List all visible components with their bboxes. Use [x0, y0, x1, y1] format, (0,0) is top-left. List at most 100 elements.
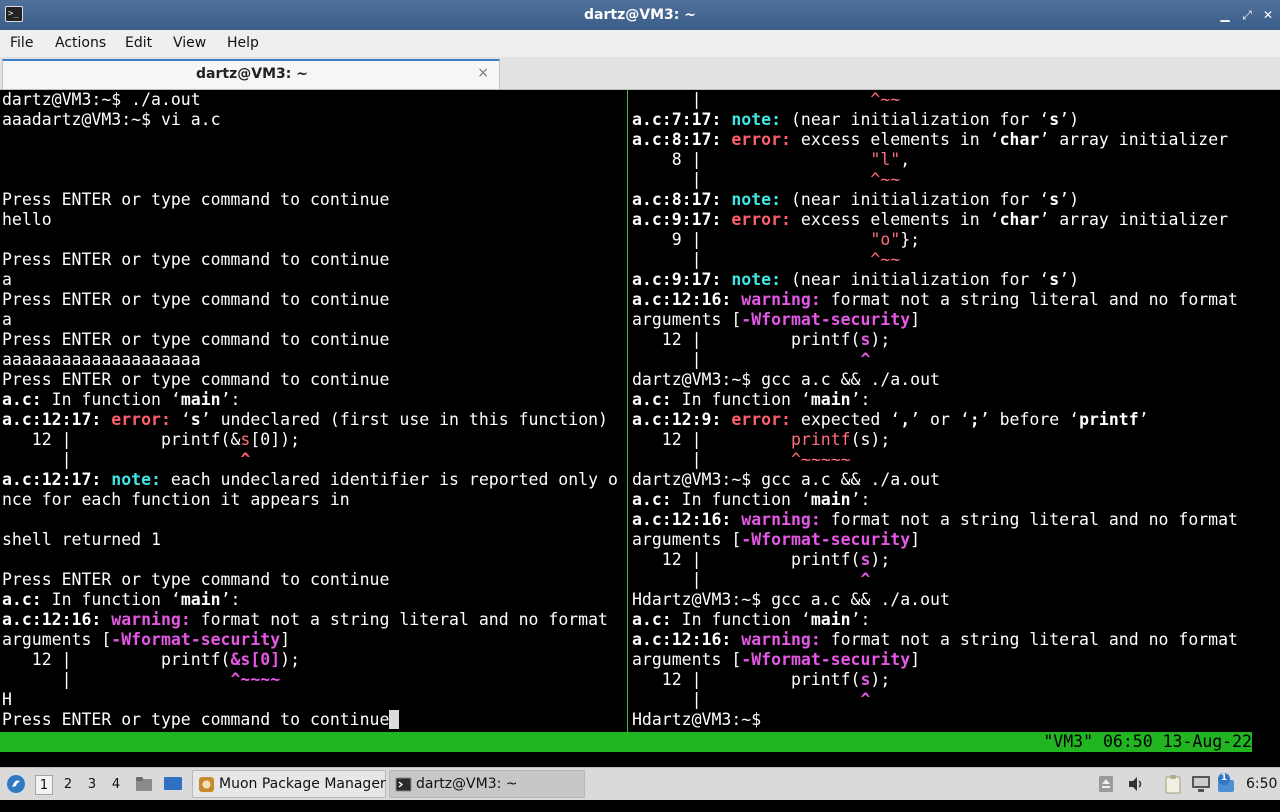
maximize-icon[interactable]: ⤢ — [1238, 6, 1256, 24]
network-icon[interactable] — [1191, 775, 1211, 793]
clipboard-icon[interactable] — [1164, 774, 1182, 794]
terminal-text: Press ENTER or type command to continue — [2, 190, 390, 209]
terminal-line: | ^~~~~~ — [632, 450, 1278, 470]
terminal-text: In function ‘ — [671, 610, 811, 629]
workspace-4[interactable]: 4 — [107, 775, 125, 795]
terminal-text: dartz@VM3:~$ gcc a.c && ./a.out — [632, 370, 940, 389]
terminal-text: ] — [910, 650, 921, 669]
terminal-text: warning: — [741, 630, 821, 649]
terminal-text: hello — [2, 210, 52, 229]
terminal-area[interactable]: dartz@VM3:~$ ./a.out aaadartz@VM3:~$ vi a… — [0, 90, 1280, 771]
window-titlebar[interactable]: >_ dartz@VM3: ~ ▁ ⤢ ✕ — [0, 0, 1280, 30]
terminal-line: a.c:7:17: note: (near initialization for… — [632, 110, 1278, 130]
terminal-cursor — [389, 710, 400, 729]
terminal-line: Press ENTER or type command to continue — [2, 290, 626, 310]
terminal-text: ] — [910, 530, 921, 549]
terminal-line: arguments [-Wformat-security] — [632, 530, 1278, 550]
terminal-text: error: — [731, 410, 791, 429]
terminal-text: | — [632, 90, 871, 109]
terminal-text: nce for each function it appears in — [2, 490, 350, 509]
terminal-text: shell returned 1 — [2, 530, 161, 549]
terminal-text: ‘ — [170, 410, 191, 429]
terminal-line: a.c:12:17: note: each undeclared identif… — [2, 470, 626, 490]
terminal-line: arguments [-Wformat-security] — [632, 310, 1278, 330]
terminal-line: 12 | printf(&s[0]); — [2, 650, 626, 670]
terminal-text: ); — [870, 330, 891, 349]
terminal-text: a.c:8:17: — [632, 130, 732, 149]
terminal-text: ’) — [1059, 110, 1080, 129]
terminal-line: a.c:12:16: warning: format not a string … — [2, 610, 626, 630]
tmux-pane-left[interactable]: dartz@VM3:~$ ./a.out aaadartz@VM3:~$ vi a… — [2, 90, 626, 732]
terminal-text: arguments [ — [632, 530, 742, 549]
terminal-text: ’) — [1059, 270, 1080, 289]
terminal-line: a.c:12:9: error: expected ‘,’ or ‘;’ bef… — [632, 410, 1278, 430]
workspace-2[interactable]: 2 — [59, 775, 77, 795]
menu-file[interactable]: File — [10, 30, 33, 56]
removable-drive-icon[interactable] — [1098, 775, 1114, 793]
tmux-status-bar: [0] 0:vi* "VM3" 06:50 13-Aug-22 — [0, 732, 1252, 771]
terminal-line: 12 | printf(s); — [632, 670, 1278, 690]
terminal-text: | — [632, 570, 861, 589]
task-label: Muon Package Manager — [219, 776, 386, 792]
menu-help[interactable]: Help — [227, 30, 259, 56]
terminal-line: nce for each function it appears in — [2, 490, 626, 510]
menu-actions[interactable]: Actions — [55, 30, 106, 56]
terminal-line: a.c:9:17: note: (near initialization for… — [632, 270, 1278, 290]
tab-close-icon[interactable]: × — [477, 65, 489, 81]
tab-label: dartz@VM3: ~ — [196, 66, 308, 82]
terminal-text: ^~~ — [870, 250, 901, 269]
terminal-text: ’ or ‘ — [910, 410, 970, 429]
terminal-text: ^~~~~~ — [790, 450, 851, 469]
terminal-text: a.c:12:16: — [2, 610, 112, 629]
terminal-text: , — [900, 150, 911, 169]
file-manager-icon[interactable] — [135, 775, 153, 793]
terminal-text: ’ array initializer — [1039, 130, 1229, 149]
task-muon-package-manager[interactable]: Muon Package Manager — [192, 770, 386, 798]
show-desktop-icon[interactable] — [163, 775, 183, 793]
terminal-text: ] — [280, 630, 291, 649]
terminal-text: note: — [111, 470, 161, 489]
terminal-text: main — [180, 590, 221, 609]
terminal-text: a.c: — [632, 490, 672, 509]
terminal-text: Press ENTER or type command to continue — [2, 370, 390, 389]
terminal-text: ^ — [860, 690, 871, 709]
minimize-icon[interactable]: ▁ — [1216, 6, 1234, 24]
workspace-1[interactable]: 1 — [35, 775, 53, 795]
start-menu-icon[interactable] — [6, 774, 26, 794]
menu-edit[interactable]: Edit — [125, 30, 152, 56]
terminal-line: a.c:8:17: error: excess elements in ‘cha… — [632, 130, 1278, 150]
terminal-line: H — [2, 690, 626, 710]
terminal-text: warning: — [111, 610, 191, 629]
workspace-3[interactable]: 3 — [83, 775, 101, 795]
terminal-text: "l" — [870, 150, 901, 169]
terminal-text: H — [2, 690, 12, 709]
terminal-text: ’: — [850, 610, 871, 629]
terminal-text: a.c:9:17: — [632, 210, 732, 229]
tmux-pane-right[interactable]: | ^~~ a.c:7:17: note: (near initializatio… — [632, 90, 1278, 732]
tab-bar: dartz@VM3: ~ × — [0, 57, 1280, 90]
terminal-line: 8 | "l", — [632, 150, 1278, 170]
terminal-tab[interactable]: dartz@VM3: ~ × — [2, 59, 500, 89]
terminal-text: ’ before ‘ — [979, 410, 1080, 429]
task-terminal[interactable]: dartz@VM3: ~ — [389, 770, 585, 798]
clock[interactable]: 6:50 — [1246, 768, 1277, 800]
terminal-text: a.c:12:17: — [2, 410, 112, 429]
terminal-text: excess elements in ‘ — [790, 130, 1000, 149]
terminal-text: a.c:9:17: — [632, 270, 732, 289]
close-icon[interactable]: ✕ — [1259, 6, 1277, 24]
terminal-line: | ^ — [632, 570, 1278, 590]
terminal-text: 8 | — [632, 150, 871, 169]
volume-icon[interactable] — [1127, 776, 1145, 792]
menu-view[interactable]: View — [173, 30, 206, 56]
terminal-text: Press ENTER or type command to continue — [2, 570, 390, 589]
terminal-line: a.c: In function ‘main’: — [632, 610, 1278, 630]
terminal-text: note: — [731, 190, 782, 209]
terminal-line: Press ENTER or type command to continue — [2, 710, 626, 730]
terminal-text: format not a string literal and no forma… — [820, 510, 1238, 529]
terminal-text: s — [1049, 270, 1060, 289]
terminal-text: a.c: — [632, 390, 672, 409]
terminal-line: | ^~~~~ — [2, 670, 626, 690]
